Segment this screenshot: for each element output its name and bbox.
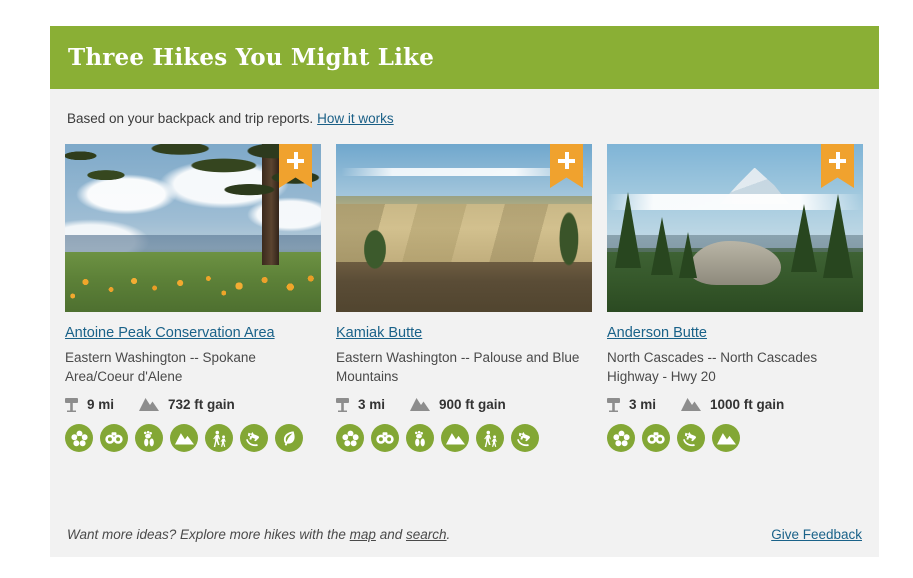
leaf-icon-badge[interactable] xyxy=(275,424,303,452)
palouse-farmland-vista-photo[interactable] xyxy=(336,144,592,312)
dog-icon-badge[interactable] xyxy=(511,424,539,452)
flower-icon-badge[interactable] xyxy=(336,424,364,452)
wildflower-meadow-pine-photo[interactable] xyxy=(65,144,321,312)
leaf-icon xyxy=(283,430,295,446)
panel-header: Three Hikes You Might Like xyxy=(50,26,879,89)
flower-icon xyxy=(70,430,88,446)
subhead: Based on your backpack and trip reports.… xyxy=(50,89,879,126)
give-feedback-link[interactable]: Give Feedback xyxy=(771,527,862,542)
hike-title-link[interactable]: Anderson Butte xyxy=(607,325,707,341)
flower-icon-badge[interactable] xyxy=(65,424,93,452)
hike-title-link[interactable]: Kamiak Butte xyxy=(336,325,422,341)
hike-card: Antoine Peak Conservation Area Eastern W… xyxy=(65,144,321,452)
hike-region: North Cascades -- North Cascades Highway… xyxy=(607,350,818,384)
left-conifer xyxy=(358,211,392,276)
trail-signpost-icon xyxy=(65,398,78,412)
balsamroot-flowers-layer xyxy=(65,261,321,312)
hike-distance: 3 mi xyxy=(629,396,657,412)
right-conifer xyxy=(548,191,586,279)
flower-icon xyxy=(341,430,359,446)
page-title: Three Hikes You Might Like xyxy=(68,44,435,71)
family-hikers-icon-badge[interactable] xyxy=(205,424,233,452)
hike-region: Eastern Washington -- Spokane Area/Coeur… xyxy=(65,350,256,384)
hike-card: Anderson Butte North Cascades -- North C… xyxy=(607,144,863,452)
dog-icon-badge[interactable] xyxy=(240,424,268,452)
plus-icon xyxy=(558,152,575,169)
paw-tracks-icon xyxy=(414,430,425,446)
binoculars-icon xyxy=(105,432,123,444)
hike-card: Kamiak Butte Eastern Washington -- Palou… xyxy=(336,144,592,452)
mountains-icon xyxy=(445,432,465,445)
plus-icon xyxy=(829,152,846,169)
trail-signpost-icon xyxy=(607,398,620,412)
hike-elevation-gain: 732 ft gain xyxy=(168,396,235,412)
mountain-gain-icon xyxy=(410,398,431,411)
hike-title-link[interactable]: Antoine Peak Conservation Area xyxy=(65,325,275,341)
mountains-icon-badge[interactable] xyxy=(712,424,740,452)
mountain-gain-icon xyxy=(681,398,702,411)
family-hikers-icon-badge[interactable] xyxy=(476,424,504,452)
panel-footer: Want more ideas? Explore more hikes with… xyxy=(50,511,879,557)
hike-stats: 3 mi 1000 ft gain xyxy=(607,396,863,412)
binoculars-icon-badge[interactable] xyxy=(371,424,399,452)
flower-icon xyxy=(612,430,630,446)
mountains-icon-badge[interactable] xyxy=(170,424,198,452)
map-link[interactable]: map xyxy=(350,527,376,542)
recommendations-panel: Three Hikes You Might Like Based on your… xyxy=(50,26,879,557)
feature-badges xyxy=(65,424,315,452)
dog-icon-badge[interactable] xyxy=(677,424,705,452)
trail-signpost-icon xyxy=(336,398,349,412)
dog-icon xyxy=(683,432,697,447)
plus-icon xyxy=(287,152,304,169)
mountains-icon-badge[interactable] xyxy=(441,424,469,452)
mountain-gain-icon xyxy=(139,398,160,411)
hike-distance: 9 mi xyxy=(87,396,115,412)
north-cascades-peak-photo[interactable] xyxy=(607,144,863,312)
explore-more-text: Want more ideas? Explore more hikes with… xyxy=(67,527,450,542)
family-hikers-icon xyxy=(483,430,497,447)
hike-elevation-gain: 1000 ft gain xyxy=(710,396,785,412)
hike-distance: 3 mi xyxy=(358,396,386,412)
search-link[interactable]: search xyxy=(406,527,447,542)
hike-card-list: Antoine Peak Conservation Area Eastern W… xyxy=(50,126,879,452)
feature-badges xyxy=(607,424,857,452)
hike-region: Eastern Washington -- Palouse and Blue M… xyxy=(336,350,580,384)
explore-prefix: Want more ideas? Explore more hikes with… xyxy=(67,526,346,542)
feature-badges xyxy=(336,424,586,452)
dog-icon xyxy=(517,432,531,447)
subhead-text: Based on your backpack and trip reports. xyxy=(67,111,314,126)
flower-icon-badge[interactable] xyxy=(607,424,635,452)
hike-stats: 3 mi 900 ft gain xyxy=(336,396,592,412)
dog-icon xyxy=(246,432,260,447)
hike-elevation-gain: 900 ft gain xyxy=(439,396,506,412)
explore-suffix: . xyxy=(446,526,451,542)
mountains-icon xyxy=(174,432,194,445)
binoculars-icon-badge[interactable] xyxy=(642,424,670,452)
hike-stats: 9 mi 732 ft gain xyxy=(65,396,321,412)
mountains-icon xyxy=(716,432,736,445)
binoculars-icon xyxy=(647,432,665,444)
paw-tracks-icon-badge[interactable] xyxy=(135,424,163,452)
binoculars-icon xyxy=(376,432,394,444)
paw-tracks-icon-badge[interactable] xyxy=(406,424,434,452)
explore-middle: and xyxy=(379,526,403,542)
paw-tracks-icon xyxy=(143,430,154,446)
family-hikers-icon xyxy=(212,430,226,447)
how-it-works-link[interactable]: How it works xyxy=(317,111,394,126)
binoculars-icon-badge[interactable] xyxy=(100,424,128,452)
